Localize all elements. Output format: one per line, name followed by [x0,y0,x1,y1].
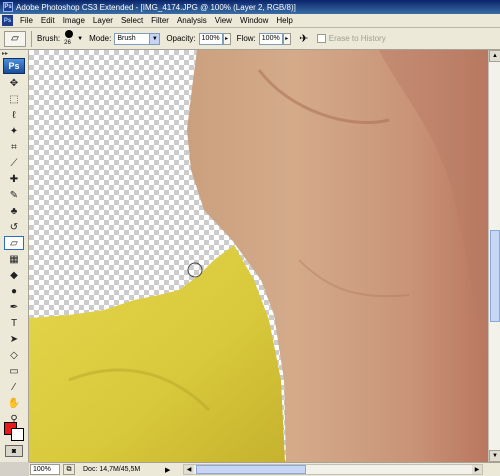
eyedropper-tool-icon[interactable]: ⁄ [4,380,24,394]
zoom-field[interactable]: 100% [30,464,60,475]
flow-field[interactable]: 100% [258,32,283,45]
window-title: Adobe Photoshop CS3 Extended - [IMG_4174… [16,2,296,12]
brush-tool-icon[interactable]: ✎ [4,188,24,202]
status-menu-arrow-icon[interactable]: ▶ [165,466,175,474]
brush-cursor [187,262,203,278]
mode-value: Brush [117,35,136,42]
move-tool-icon[interactable]: ✥ [4,76,24,90]
menu-filter[interactable]: Filter [147,16,173,25]
erase-to-history-label: Erase to History [328,34,386,43]
menu-layer[interactable]: Layer [89,16,117,25]
scroll-up-icon[interactable]: ▲ [489,50,500,62]
menu-help[interactable]: Help [272,16,296,25]
flow-label: Flow: [236,34,256,43]
healing-brush-tool-icon[interactable]: ✚ [4,172,24,186]
brush-tip-icon [65,29,74,38]
info-icon[interactable]: ⧉ [63,464,75,475]
menu-view[interactable]: View [211,16,236,25]
horizontal-scroll-thumb[interactable] [196,465,306,474]
opacity-label: Opacity: [166,34,196,43]
status-bar: 100% ⧉ Doc: 14,7M/45,5M ▶ ◀ ▶ [29,462,500,476]
lasso-tool-icon[interactable]: ℓ [4,108,24,122]
menu-image[interactable]: Image [59,16,89,25]
photoshop-logo: Ps [3,58,25,74]
eraser-icon: ▱ [11,33,19,44]
quick-mask-icon[interactable]: ◙ [5,445,23,457]
vertical-scrollbar[interactable]: ▲ ▼ [488,50,500,462]
type-tool-icon[interactable]: T [4,316,24,330]
brush-picker-chevron-icon[interactable]: ▼ [77,36,83,42]
pen-tool-icon[interactable]: ✒ [4,300,24,314]
scroll-down-icon[interactable]: ▼ [489,450,500,462]
brush-label: Brush: [37,34,61,43]
toolbox-collapse-icon[interactable]: ▸▸ [0,50,28,58]
opacity-field[interactable]: 100% [198,32,223,45]
menu-file[interactable]: File [16,16,37,25]
chevron-down-icon: ▼ [149,33,160,44]
tool-list: ✥ ⬚ ℓ ✦ ⌗ ⟋ ✚ ✎ ♣ ↺ ▱ ▦ ◆ ● ✒ T ➤ ◇ ▭ ⁄ ✋ ⚲ [0,76,28,426]
notes-tool-icon[interactable]: ▭ [4,364,24,378]
airbrush-icon[interactable]: ✈ [297,32,311,46]
eraser-tool-icon[interactable]: ▱ [4,236,24,250]
menu-bar: Ps File Edit Image Layer Select Filter A… [0,14,500,28]
separator [31,30,32,47]
document-canvas[interactable] [29,50,488,462]
dodge-tool-icon[interactable]: ● [4,284,24,298]
horizontal-scrollbar[interactable]: ◀ ▶ [183,464,483,475]
history-brush-tool-icon[interactable]: ↺ [4,220,24,234]
tool-preset-picker[interactable]: ▱ [4,30,26,47]
document-size: Doc: 14,7M/45,5M [83,466,141,473]
hand-tool-icon[interactable]: ✋ [4,396,24,410]
brush-picker[interactable]: 26 [63,29,75,48]
canvas-image [29,50,488,462]
path-selection-tool-icon[interactable]: ➤ [4,332,24,346]
opacity-slider-toggle[interactable]: ▸ [222,32,231,45]
options-bar: ▱ Brush: 26 ▼ Mode: Brush ▼ Opacity: 100… [0,28,500,50]
menu-analysis[interactable]: Analysis [173,16,211,25]
blur-tool-icon[interactable]: ◆ [4,268,24,282]
scroll-left-icon[interactable]: ◀ [184,465,194,474]
title-bar: Ps Adobe Photoshop CS3 Extended - [IMG_4… [0,0,500,14]
vertical-scroll-thumb[interactable] [490,230,500,322]
magic-wand-tool-icon[interactable]: ✦ [4,124,24,138]
toolbox: ▸▸ Ps ✥ ⬚ ℓ ✦ ⌗ ⟋ ✚ ✎ ♣ ↺ ▱ ▦ ◆ ● ✒ T ➤ ◇ ▭ ⁄ ✋ ⚲ ◙ [0,50,29,462]
shirt-region [29,245,285,462]
mode-select[interactable]: Brush ▼ [114,32,161,45]
crop-tool-icon[interactable]: ⌗ [4,140,24,154]
app-menu-icon[interactable]: Ps [2,15,13,26]
photoshop-app-icon: Ps [3,2,13,12]
menu-edit[interactable]: Edit [37,16,59,25]
menu-select[interactable]: Select [117,16,147,25]
flow-slider-toggle[interactable]: ▸ [282,32,291,45]
shape-tool-icon[interactable]: ◇ [4,348,24,362]
brush-size: 26 [64,39,71,46]
clone-stamp-tool-icon[interactable]: ♣ [4,204,24,218]
gradient-tool-icon[interactable]: ▦ [4,252,24,266]
scroll-right-icon[interactable]: ▶ [472,465,482,474]
slice-tool-icon[interactable]: ⟋ [4,156,24,170]
erase-to-history-checkbox[interactable] [316,34,326,43]
menu-window[interactable]: Window [236,16,272,25]
background-color-swatch[interactable] [11,428,24,441]
marquee-tool-icon[interactable]: ⬚ [4,92,24,106]
mode-label: Mode: [89,34,112,43]
